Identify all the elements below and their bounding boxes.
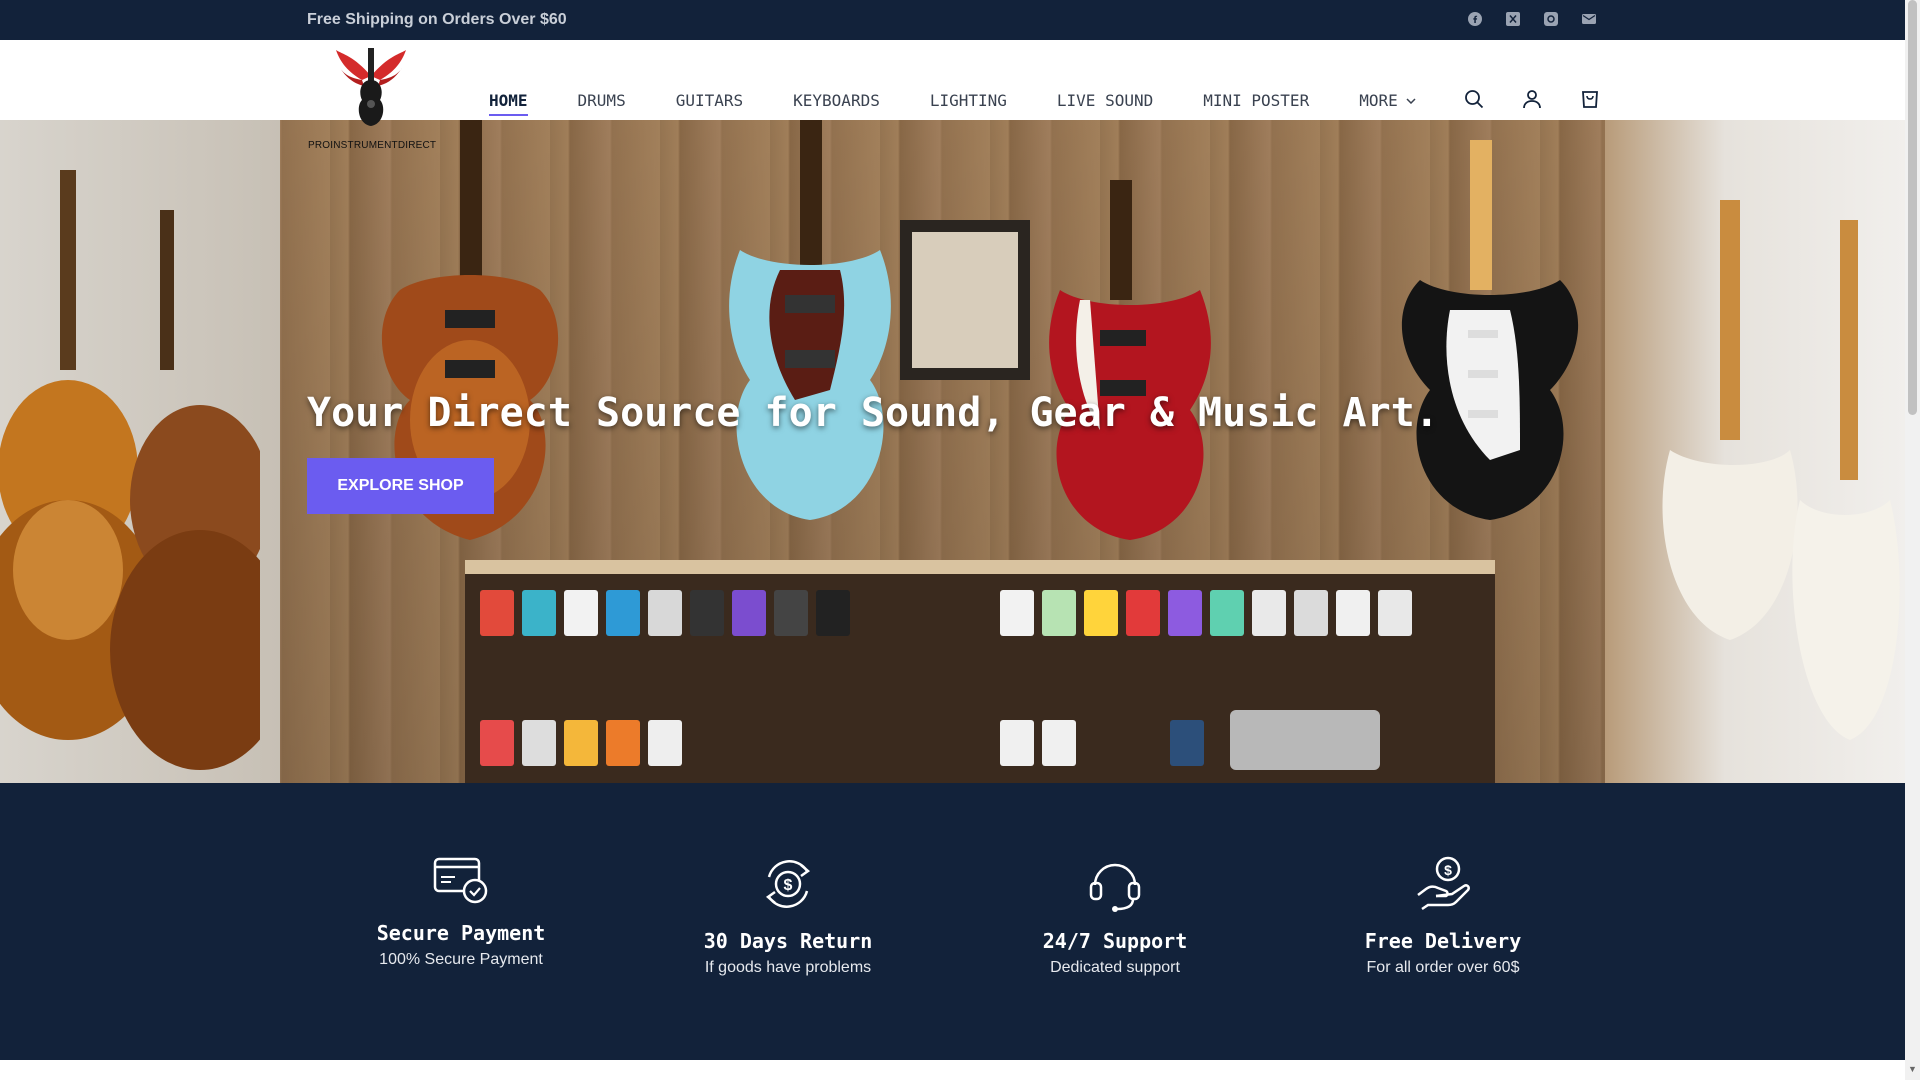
announcement-text: Free Shipping on Orders Over $60	[307, 11, 567, 28]
feature-subtitle: Dedicated support	[1050, 959, 1180, 976]
scroll-down-arrow-icon[interactable]: ▼	[1908, 1064, 1917, 1074]
search-icon[interactable]	[1464, 89, 1484, 109]
scrollbar-thumb[interactable]	[1908, 0, 1917, 415]
feature-delivery: $ Free Delivery For all order over 60$	[1313, 855, 1573, 977]
feature-subtitle: 100% Secure Payment	[379, 951, 543, 968]
social-links	[1466, 10, 1598, 28]
guitar-wings-logo	[335, 48, 406, 126]
account-icon[interactable]	[1522, 89, 1542, 109]
feature-subtitle: For all order over 60$	[1366, 959, 1520, 976]
blue-guitar-image	[729, 120, 891, 520]
site-logo[interactable]: PROINSTRUMENTDIRECT	[308, 46, 437, 156]
announcement-bar: Free Shipping on Orders Over $60	[0, 0, 1905, 40]
feature-title: 24/7 Support	[1042, 929, 1188, 953]
facebook-icon[interactable]	[1466, 10, 1484, 28]
email-icon[interactable]	[1580, 10, 1598, 28]
feature-support: 24/7 Support Dedicated support	[985, 855, 1245, 977]
nav-item-home[interactable]: HOME	[489, 91, 528, 116]
framed-poster-image	[900, 220, 1030, 380]
secure-payment-icon	[433, 857, 488, 904]
nav-item-guitars[interactable]: GUITARS	[676, 91, 743, 110]
white-guitars-image	[1662, 200, 1900, 740]
chevron-down-icon	[1406, 97, 1416, 104]
brand-name: PROINSTRUMENTDIRECT	[308, 140, 437, 151]
nav-item-drums[interactable]: DRUMS	[578, 91, 626, 110]
feature-subtitle: If goods have problems	[704, 959, 872, 976]
hero-title: Your Direct Source for Sound, Gear & Mus…	[307, 390, 1439, 436]
delivery-icon: $	[1417, 856, 1470, 911]
feature-title: 30 Days Return	[703, 929, 873, 953]
x-icon[interactable]	[1504, 10, 1522, 28]
nav-item-mini-poster[interactable]: MINI POSTER	[1203, 91, 1309, 110]
effects-pedals-image	[480, 590, 1412, 770]
acoustic-guitar-image	[0, 170, 260, 770]
explore-shop-button[interactable]: EXPLORE SHOP	[307, 458, 494, 514]
nav-more-label: MORE	[1359, 91, 1398, 110]
main-nav: HOME DRUMS GUITARS KEYBOARDS LIGHTING LI…	[489, 91, 1416, 116]
support-icon	[1089, 863, 1141, 912]
red-guitar-image	[1049, 180, 1211, 540]
black-guitar-image	[1401, 140, 1579, 520]
feature-secure-payment: Secure Payment 100% Secure Payment	[331, 855, 591, 969]
page-scrollbar[interactable]: ▼	[1905, 0, 1920, 1080]
features-strip: Secure Payment 100% Secure Payment $ 30 …	[0, 783, 1905, 1060]
nav-item-live-sound[interactable]: LIVE SOUND	[1057, 91, 1153, 110]
feature-title: Secure Payment	[376, 921, 546, 945]
nav-item-more[interactable]: MORE	[1359, 91, 1416, 110]
feature-title: Free Delivery	[1364, 929, 1522, 953]
nav-item-keyboards[interactable]: KEYBOARDS	[793, 91, 880, 110]
header-actions	[1464, 89, 1600, 109]
svg-text:$: $	[784, 877, 793, 894]
nav-item-lighting[interactable]: LIGHTING	[930, 91, 1007, 110]
cart-icon[interactable]	[1580, 89, 1600, 109]
return-icon: $	[765, 860, 811, 908]
feature-return: $ 30 Days Return If goods have problems	[658, 855, 918, 977]
hero-banner: Your Direct Source for Sound, Gear & Mus…	[0, 120, 1905, 783]
instagram-icon[interactable]	[1542, 10, 1560, 28]
svg-text:$: $	[1444, 862, 1452, 878]
